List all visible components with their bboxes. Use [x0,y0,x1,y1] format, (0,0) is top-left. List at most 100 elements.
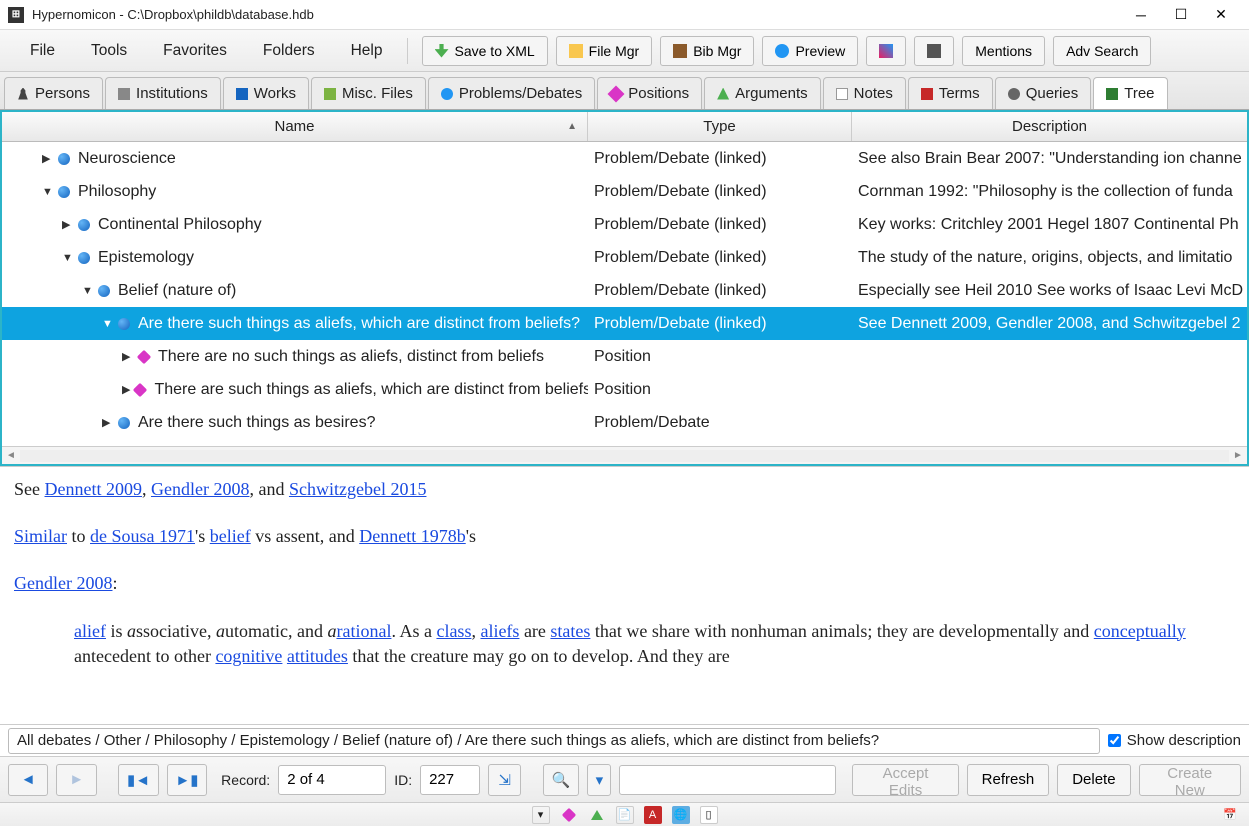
expander-icon[interactable]: ▼ [42,186,54,198]
adv-search-button[interactable]: Adv Search [1053,36,1151,66]
status-position-icon[interactable] [560,806,578,824]
tab-persons[interactable]: Persons [4,77,103,109]
menu-favorites[interactable]: Favorites [145,36,245,66]
tree-row[interactable]: ▶ There are such things as aliefs, which … [2,373,1247,406]
tree-row[interactable]: ▼EpistemologyProblem/Debate (linked)The … [2,241,1247,274]
status-panel-icon[interactable]: ▯ [700,806,718,824]
preview-button[interactable]: Preview [762,36,858,66]
close-button[interactable]: ✕ [1201,1,1241,29]
link-de-sousa-1971[interactable]: de Sousa 1971 [90,526,195,546]
link-alief[interactable]: alief [74,621,106,641]
scroll-track[interactable] [20,450,1229,462]
link-rational[interactable]: rational [336,621,391,641]
minimize-button[interactable]: ─ [1121,1,1161,29]
tree-row[interactable]: ▶NeuroscienceProblem/Debate (linked)See … [2,142,1247,175]
link-belief[interactable]: belief [210,526,251,546]
save-xml-button[interactable]: Save to XML [422,36,548,66]
expander-icon[interactable]: ▶ [102,416,114,429]
search-field[interactable] [619,765,836,795]
tab-notes[interactable]: Notes [823,77,906,109]
tab-works[interactable]: Works [223,77,309,109]
pointer-tool-2[interactable] [914,36,954,66]
expander-icon[interactable]: ▶ [122,383,130,396]
tree-row[interactable]: ▼PhilosophyProblem/Debate (linked)Cornma… [2,175,1247,208]
status-term-icon[interactable]: A [644,806,662,824]
tree-hscroll[interactable]: ◄ ► [2,446,1247,464]
tab-problems-debates[interactable]: Problems/Debates [428,77,595,109]
expander-icon[interactable]: ▼ [82,285,94,297]
tree-row[interactable]: ▶FaithProblem/Debate (linked)McDougall 1… [2,439,1247,446]
link-gendler-2008-2[interactable]: Gendler 2008 [14,573,112,593]
pointer-tool-1[interactable] [866,36,906,66]
tab-arguments[interactable]: Arguments [704,77,821,109]
link-similar[interactable]: Similar [14,526,67,546]
tree-row[interactable]: ▼Belief (nature of)Problem/Debate (linke… [2,274,1247,307]
link-schwitzgebel-2015[interactable]: Schwitzgebel 2015 [289,479,426,499]
tree-row[interactable]: ▶There are no such things as aliefs, dis… [2,340,1247,373]
show-description-toggle[interactable]: Show description [1108,732,1241,749]
menu-help[interactable]: Help [333,36,401,66]
status-web-icon[interactable]: 🌐 [672,806,690,824]
menu-tools[interactable]: Tools [73,36,145,66]
breadcrumb[interactable]: All debates / Other / Philosophy / Epist… [8,728,1100,754]
status-argument-icon[interactable] [588,806,606,824]
expander-icon[interactable]: ▼ [62,252,74,264]
link-aliefs[interactable]: aliefs [480,621,519,641]
link-gendler-2008[interactable]: Gendler 2008 [151,479,249,499]
column-description[interactable]: Description [852,112,1247,141]
tab-positions[interactable]: Positions [597,77,702,109]
nav-forward-button[interactable]: ► [56,764,96,796]
accept-edits-button[interactable]: Accept Edits [852,764,958,796]
link-dennett-2009[interactable]: Dennett 2009 [45,479,142,499]
link-dennett-1978b[interactable]: Dennett 1978b [359,526,465,546]
row-type: Problem/Debate (linked) [588,249,852,267]
link-states[interactable]: states [550,621,590,641]
scroll-left-icon[interactable]: ◄ [4,450,18,461]
goto-button[interactable]: ⇲ [488,764,521,796]
row-type: Problem/Debate (linked) [588,315,852,333]
tree-row[interactable]: ▶Continental PhilosophyProblem/Debate (l… [2,208,1247,241]
tree-icon [1106,88,1118,100]
record-field[interactable] [278,765,386,795]
link-cognitive[interactable]: cognitive [215,646,282,666]
create-new-button[interactable]: Create New [1139,764,1241,796]
tree-row[interactable]: ▶Are there such things as besires?Proble… [2,406,1247,439]
expander-icon[interactable]: ▶ [42,152,54,165]
row-name: There are such things as aliefs, which a… [154,381,588,399]
expander-icon[interactable]: ▶ [122,350,134,363]
description-pane[interactable]: See Dennett 2009, Gendler 2008, and Schw… [0,466,1249,724]
mentions-button[interactable]: Mentions [962,36,1045,66]
tree-body[interactable]: ▶NeuroscienceProblem/Debate (linked)See … [2,142,1247,446]
status-dropdown-icon[interactable]: ▾ [532,806,550,824]
show-description-checkbox[interactable] [1108,734,1121,747]
tab-tree[interactable]: Tree [1093,77,1167,109]
column-type[interactable]: Type [588,112,852,141]
menu-folders[interactable]: Folders [245,36,333,66]
maximize-button[interactable]: ☐ [1161,1,1201,29]
link-class[interactable]: class [436,621,471,641]
search-dropdown[interactable]: ▾ [587,764,611,796]
column-name[interactable]: Name▲ [2,112,588,141]
menu-file[interactable]: File [12,36,73,66]
link-attitudes[interactable]: attitudes [287,646,348,666]
id-field[interactable] [420,765,480,795]
nav-first-button[interactable]: ▮◄ [118,764,158,796]
file-mgr-button[interactable]: File Mgr [556,36,653,66]
nav-back-button[interactable]: ◄ [8,764,48,796]
tab-terms[interactable]: Terms [908,77,993,109]
tree-row[interactable]: ▼Are there such things as aliefs, which … [2,307,1247,340]
nav-last-button[interactable]: ►▮ [167,764,207,796]
delete-button[interactable]: Delete [1057,764,1130,796]
expander-icon[interactable]: ▼ [102,318,114,330]
tab-queries[interactable]: Queries [995,77,1092,109]
bib-mgr-button[interactable]: Bib Mgr [660,36,754,66]
status-note-icon[interactable]: 📄 [616,806,634,824]
tab-institutions[interactable]: Institutions [105,77,221,109]
tab-misc-files[interactable]: Misc. Files [311,77,426,109]
expander-icon[interactable]: ▶ [62,218,74,231]
search-button[interactable]: 🔍 [543,764,580,796]
link-conceptually[interactable]: conceptually [1094,621,1186,641]
scroll-right-icon[interactable]: ► [1231,450,1245,461]
refresh-button[interactable]: Refresh [967,764,1050,796]
status-calendar-icon[interactable]: 📅 [1221,806,1239,824]
